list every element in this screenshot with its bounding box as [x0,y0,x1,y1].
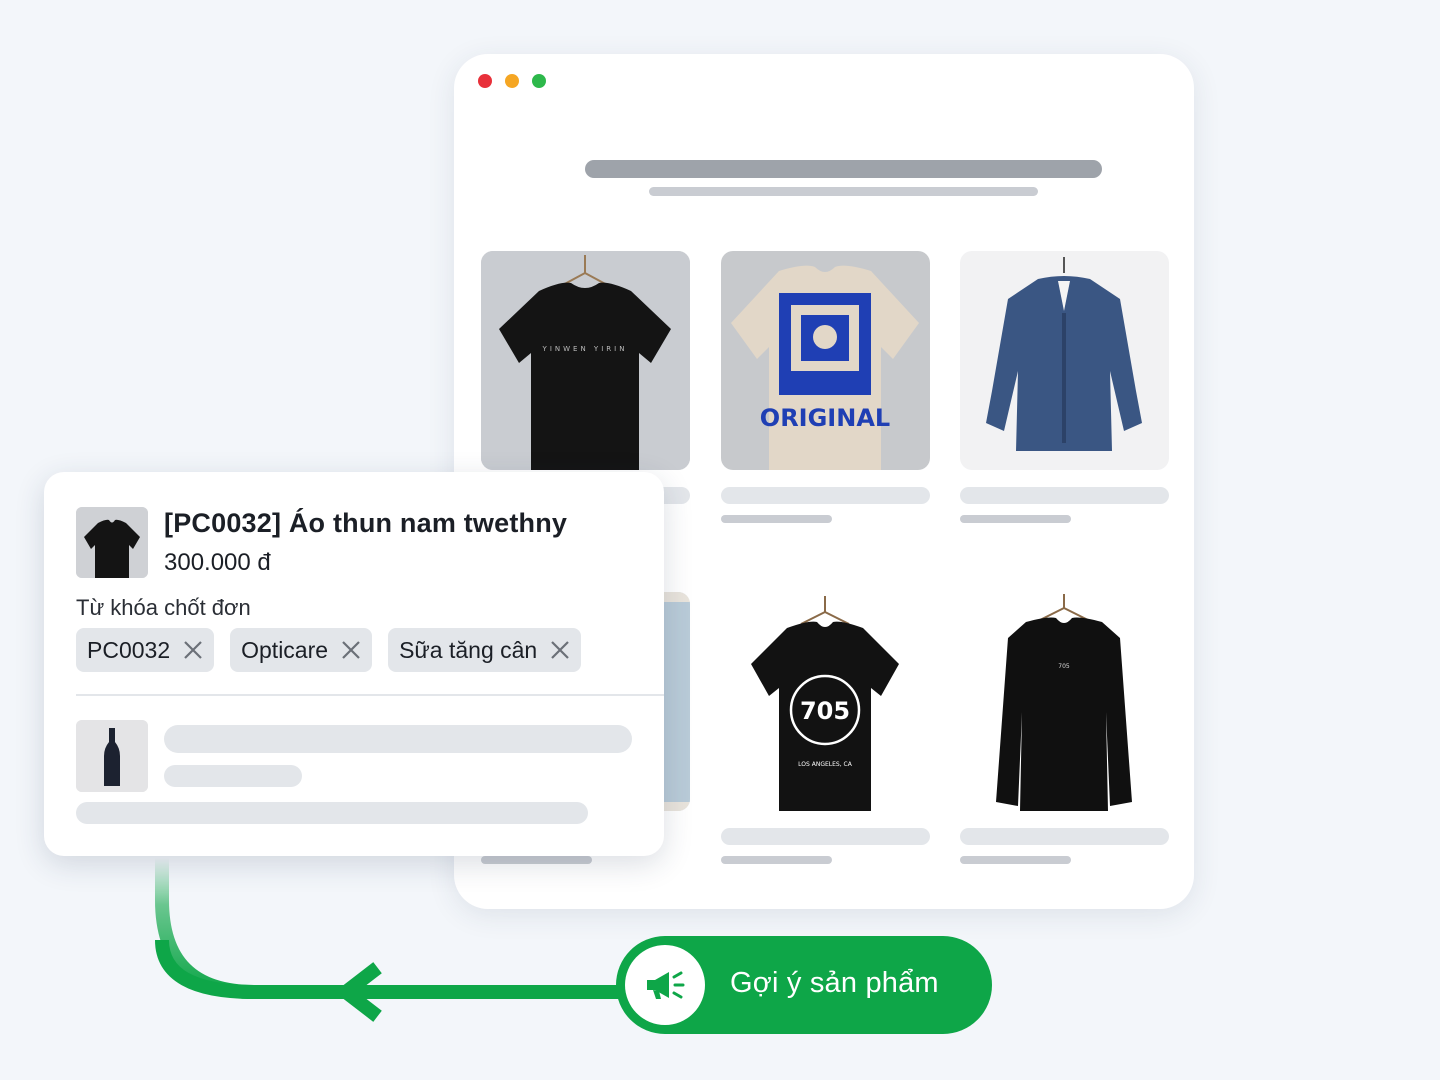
svg-text:ORIGINAL: ORIGINAL [760,404,890,432]
product-image-black-longsleeve[interactable]: 705 [960,592,1169,811]
close-icon[interactable] [182,639,204,661]
header-placeholder [585,160,1102,178]
keywords-label: Từ khóa chốt đơn [76,595,251,620]
close-dot[interactable] [478,74,492,88]
cta-label: Gợi ý sản phẩm [730,967,939,999]
svg-text:705: 705 [800,697,850,725]
product-price-placeholder [481,856,592,864]
product-image-navy-shirt[interactable] [960,251,1169,470]
secondary-price-placeholder [164,765,302,787]
product-price-placeholder [960,515,1071,523]
secondary-product-thumbnail [76,720,148,792]
product-name-placeholder [960,828,1169,845]
product-image-beige-graphic-tshirt[interactable]: ORIGINAL [721,251,930,470]
secondary-title-placeholder [164,725,632,753]
product-name-placeholder [721,487,930,504]
keyword-tag[interactable]: PC0032 [76,628,215,672]
keyword-tag[interactable]: Sữa tăng cân [388,628,582,672]
megaphone-icon [647,971,685,999]
close-icon[interactable] [340,639,362,661]
product-thumbnail [76,507,148,578]
product-title: [PC0032] Áo thun nam twethny [164,508,568,538]
subheader-placeholder [649,187,1038,196]
tag-label: Opticare [241,636,329,663]
cta-icon-circle [625,945,705,1025]
product-price: 300.000 đ [164,549,271,576]
keyword-tags: PC0032 Opticare Sữa tăng cân [76,628,582,672]
divider [76,694,664,696]
close-icon[interactable] [549,639,571,661]
product-name-placeholder [721,828,930,845]
product-popup-card: [PC0032] Áo thun nam twethny 300.000 đ T… [44,472,664,856]
tag-label: PC0032 [87,636,171,663]
product-price-placeholder [721,515,832,523]
suggest-products-button[interactable]: Gợi ý sản phẩm [616,936,992,1034]
window-controls [478,74,546,88]
maximize-dot[interactable] [532,74,546,88]
product-price-placeholder [960,856,1071,864]
tag-label: Sữa tăng cân [399,636,538,663]
svg-text:LOS ANGELES, CA: LOS ANGELES, CA [798,761,853,768]
product-image-black-tshirt[interactable]: YINWEN YIRIN [481,251,690,470]
svg-text:YINWEN YIRIN: YINWEN YIRIN [542,345,628,353]
svg-text:705: 705 [1058,663,1070,670]
product-name-placeholder [960,487,1169,504]
product-image-black-tshirt-705[interactable]: 705 LOS ANGELES, CA [721,592,930,811]
secondary-desc-placeholder [76,802,588,824]
keyword-tag[interactable]: Opticare [230,628,373,672]
product-price-placeholder [721,856,832,864]
minimize-dot[interactable] [505,74,519,88]
